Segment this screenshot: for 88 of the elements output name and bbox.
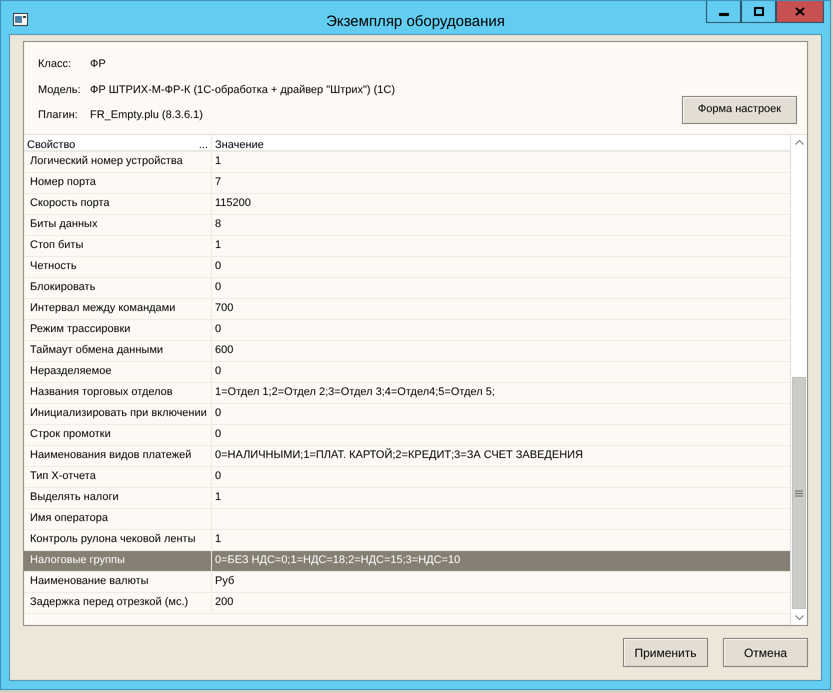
table-row[interactable]: Четность 0 [24,256,790,278]
table-row[interactable]: Выделять налоги 1 [24,488,790,508]
property-value: 0=БЕЗ НДС=0;1=НДС=18;2=НДС=15;3=НДС=10 [214,553,460,568]
close-button[interactable] [776,1,824,23]
property-value: 1 [214,490,222,506]
property-name: Номер порта [24,172,212,192]
table-row[interactable]: Имя оператора [24,508,790,530]
property-name: Неразделяемое [24,362,212,382]
property-name: Строк промотки [24,424,212,444]
property-name: Биты данных [24,214,212,234]
table-row[interactable]: Стоп биты 1 [24,236,790,256]
grip-icon [795,490,803,496]
column-header[interactable]: Значение [215,136,264,148]
table-row[interactable]: Таймаут обмена данными 600 [24,340,790,362]
close-icon [795,7,805,16]
table-row[interactable]: Строк промотки 0 [24,424,790,446]
settings-form-button[interactable]: Форма настроек [682,96,797,124]
property-value: 8 [214,217,222,232]
minimize-button[interactable] [706,1,741,23]
scroll-down-icon[interactable] [794,614,804,620]
property-name: Налоговые группы [24,550,212,570]
property-value: 700 [214,301,234,316]
property-name: Контроль рулона чековой ленты [24,530,212,550]
property-name: Названия торговых отделов [24,382,212,402]
property-name: Имя оператора [24,508,212,528]
property-value: 1=Отдел 1;2=Отдел 2;3=Отдел 3;4=Отдел4;5=Отдел 5; [214,385,495,400]
apply-button[interactable]: Применить [623,638,708,667]
scroll-up-icon[interactable] [794,140,804,145]
property-name: Режим трассировки [24,320,212,340]
window-icon [13,13,28,26]
table-row[interactable]: Блокировать 0 [24,278,790,298]
property-name: Тип X-отчета [24,466,212,486]
property-name: Логический номер устройства [24,152,212,172]
property-value: 0 [214,364,222,380]
property-value: 600 [214,343,234,358]
table-row[interactable]: Неразделяемое 0 [24,362,790,382]
property-name: Таймаут обмена данными [24,340,212,360]
property-name: Наименования видов платежей [24,446,212,466]
field-value: ФР ШТРИХ-М-ФР-К (1С-обработка + драйвер "Штрих") (1С) [90,82,396,98]
cancel-button[interactable]: Отмена [723,638,808,667]
field-value: FR_Empty.plu (8.3.6.1) [90,108,203,123]
property-value: 0 [214,427,222,442]
table-row[interactable]: Скорость порта 115200 [24,194,790,214]
property-name: Задержка перед отрезкой (мс.) [24,592,212,612]
scrollbar[interactable] [790,134,807,625]
column-menu[interactable]: ... [198,136,208,148]
window-title: Экземпляр оборудования [326,12,505,32]
property-name: Выделять налоги [24,488,212,508]
property-value: 0 [214,469,222,484]
property-value: 1 [214,154,222,170]
property-name: Четность [24,256,212,276]
property-name: Скорость порта [24,194,212,214]
table-row[interactable]: Номер порта 7 [24,172,790,194]
table-row[interactable]: Задержка перед отрезкой (мс.) 200 [24,592,790,614]
property-value: 0=НАЛИЧНЫМИ;1=ПЛАТ. КАРТОЙ;2=КРЕДИТ;3=ЗА СЧЕТ ЗАВЕДЕНИЯ [214,447,584,464]
field-label: Плагин: [38,108,79,123]
table-row[interactable]: Инициализировать при включении 0 [24,404,790,424]
table-row[interactable]: Наименование валюты Руб [24,572,790,592]
table-row[interactable]: Налоговые группы 0=БЕЗ НДС=0;1=НДС=18;2=НДС=15;3=НДС=10 [24,550,790,572]
field-value: ФР [90,57,106,72]
property-value: 115200 [214,196,251,212]
property-value: 0 [214,259,222,274]
property-value: 200 [214,595,234,610]
property-name: Интервал между командами [24,298,212,318]
property-name: Блокировать [24,278,212,298]
table-row[interactable]: Тип X-отчета 0 [24,466,790,488]
table-row[interactable]: Биты данных 8 [24,214,790,236]
property-value: 1 [214,532,222,548]
table-row[interactable]: Наименования видов платежей 0=НАЛИЧНЫМИ;1=ПЛАТ. КАРТОЙ;2=КРЕДИТ;3=ЗА СЧЕТ ЗАВЕДЕНИЯ [24,446,790,466]
property-name: Стоп биты [24,236,212,256]
table-row[interactable]: Логический номер устройства 1 [24,152,790,172]
scroll-thumb[interactable] [792,377,806,609]
property-name: Наименование валюты [24,572,212,592]
property-value: 7 [214,175,222,190]
property-value: Руб [214,574,234,590]
column-header[interactable]: Свойство [27,136,76,148]
table-row[interactable]: Интервал между командами 700 [24,298,790,320]
property-value: 0 [214,280,222,296]
property-value: 0 [214,322,222,338]
table-row[interactable]: Названия торговых отделов 1=Отдел 1;2=Отдел 2;3=Отдел 3;4=Отдел4;5=Отдел 5; [24,382,790,404]
field-label: Класс: [38,57,72,72]
property-name: Инициализировать при включении [24,404,212,424]
property-value: 0 [214,406,222,422]
field-label: Модель: [38,82,82,98]
maximize-button[interactable] [741,1,776,23]
property-value: 1 [214,238,222,254]
table-row[interactable]: Режим трассировки 0 [24,320,790,340]
maximize-icon [754,7,764,16]
